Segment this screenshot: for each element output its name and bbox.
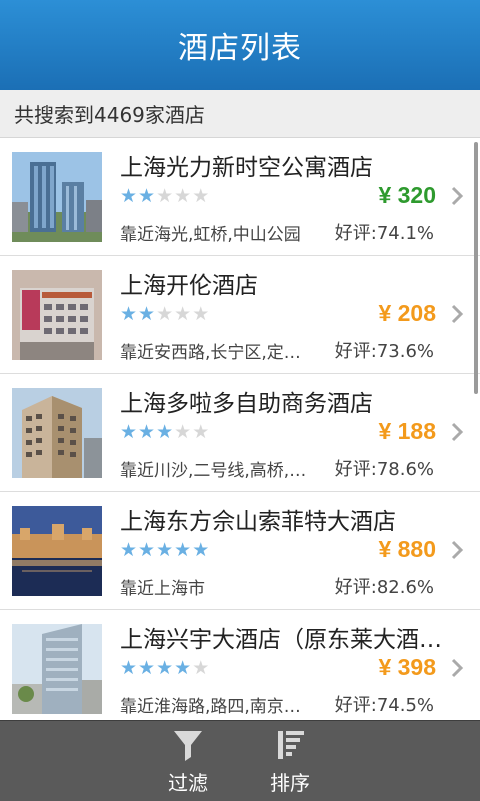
hotel-location: 靠近安西路,长宁区,定… xyxy=(120,343,301,363)
chevron-right-icon xyxy=(451,186,464,206)
star-filled-icon: ★ xyxy=(138,421,156,443)
star-filled-icon: ★ xyxy=(138,185,156,207)
star-filled-icon: ★ xyxy=(138,303,156,325)
hotel-name: 上海开伦酒店 xyxy=(120,273,258,299)
star-filled-icon: ★ xyxy=(156,421,174,443)
star-filled-icon: ★ xyxy=(192,539,210,561)
hotel-price: ¥ 320 xyxy=(378,182,436,208)
chevron-right-icon xyxy=(451,304,464,324)
filter-label: 过滤 xyxy=(168,771,208,795)
hotel-price: ¥ 880 xyxy=(378,536,436,562)
star-rating: ★ ★ ★ ★ ★ xyxy=(120,658,209,678)
star-filled-icon: ★ xyxy=(156,539,174,561)
star-filled-icon: ★ xyxy=(120,185,138,207)
list-scrollbar[interactable] xyxy=(474,142,478,394)
hotel-thumbnail xyxy=(12,506,102,596)
title-bar: 酒店列表 xyxy=(0,0,480,90)
star-rating: ★ ★ ★ ★ ★ xyxy=(120,540,209,560)
star-filled-icon: ★ xyxy=(120,421,138,443)
chevron-right-icon xyxy=(451,422,464,442)
hotel-rating: 好评:74.1% xyxy=(334,223,434,244)
star-empty-icon: ★ xyxy=(192,185,210,207)
hotel-rating: 好评:82.6% xyxy=(334,577,434,598)
hotel-price: ¥ 398 xyxy=(378,654,436,680)
hotel-list-item[interactable]: 上海兴宇大酒店（原东莱大酒… ★ ★ ★ ★ ★ ¥ 398 靠近淮海路,路四,南京… … xyxy=(0,610,480,720)
hotel-location: 靠近上海市 xyxy=(120,579,205,599)
hotel-list-item[interactable]: 上海多啦多自助商务酒店 ★ ★ ★ ★ ★ ¥ 188 靠近川沙,二号线,高桥,… 好评… xyxy=(0,374,480,492)
hotel-name: 上海多啦多自助商务酒店 xyxy=(120,391,373,417)
hotel-rating: 好评:73.6% xyxy=(334,341,434,362)
star-filled-icon: ★ xyxy=(138,539,156,561)
hotel-thumbnail xyxy=(12,624,102,714)
star-filled-icon: ★ xyxy=(120,539,138,561)
hotel-location: 靠近海光,虹桥,中山公园 xyxy=(120,225,301,245)
star-empty-icon: ★ xyxy=(156,303,174,325)
star-filled-icon: ★ xyxy=(174,657,192,679)
hotel-rating: 好评:74.5% xyxy=(334,695,434,716)
funnel-icon xyxy=(174,731,202,761)
page-title: 酒店列表 xyxy=(178,31,302,66)
filter-button[interactable]: 过滤 xyxy=(158,727,218,797)
hotel-list-item[interactable]: 上海开伦酒店 ★ ★ ★ ★ ★ ¥ 208 靠近安西路,长宁区,定… 好评:73.6% xyxy=(0,256,480,374)
chevron-right-icon xyxy=(451,658,464,678)
hotel-name: 上海光力新时空公寓酒店 xyxy=(120,155,373,181)
hotel-location: 靠近淮海路,路四,南京… xyxy=(120,697,301,717)
sort-label: 排序 xyxy=(270,771,310,795)
star-filled-icon: ★ xyxy=(174,539,192,561)
star-filled-icon: ★ xyxy=(120,303,138,325)
star-filled-icon: ★ xyxy=(120,657,138,679)
hotel-price: ¥ 208 xyxy=(378,300,436,326)
star-empty-icon: ★ xyxy=(156,185,174,207)
hotel-thumbnail xyxy=(12,388,102,478)
sort-button[interactable]: 排序 xyxy=(260,727,320,797)
hotel-location: 靠近川沙,二号线,高桥,… xyxy=(120,461,307,481)
hotel-thumbnail xyxy=(12,152,102,242)
star-filled-icon: ★ xyxy=(138,657,156,679)
star-empty-icon: ★ xyxy=(174,421,192,443)
star-rating: ★ ★ ★ ★ ★ xyxy=(120,422,209,442)
hotel-list[interactable]: 上海光力新时空公寓酒店 ★ ★ ★ ★ ★ ¥ 320 靠近海光,虹桥,中山公园 好评:… xyxy=(0,138,480,720)
bottom-toolbar: 过滤 排序 xyxy=(0,720,480,801)
hotel-thumbnail xyxy=(12,270,102,360)
star-empty-icon: ★ xyxy=(192,421,210,443)
hotel-name: 上海兴宇大酒店（原东莱大酒… xyxy=(120,627,442,653)
result-count: 共搜索到4469家酒店 xyxy=(0,90,480,138)
star-empty-icon: ★ xyxy=(174,185,192,207)
hotel-price: ¥ 188 xyxy=(378,418,436,444)
hotel-list-item[interactable]: 上海东方佘山索菲特大酒店 ★ ★ ★ ★ ★ ¥ 880 靠近上海市 好评:82.6% xyxy=(0,492,480,610)
star-filled-icon: ★ xyxy=(156,657,174,679)
star-rating: ★ ★ ★ ★ ★ xyxy=(120,304,209,324)
star-rating: ★ ★ ★ ★ ★ xyxy=(120,186,209,206)
hotel-list-item[interactable]: 上海光力新时空公寓酒店 ★ ★ ★ ★ ★ ¥ 320 靠近海光,虹桥,中山公园 好评:… xyxy=(0,138,480,256)
hotel-rating: 好评:78.6% xyxy=(334,459,434,480)
hotel-name: 上海东方佘山索菲特大酒店 xyxy=(120,509,396,535)
star-empty-icon: ★ xyxy=(174,303,192,325)
star-empty-icon: ★ xyxy=(192,303,210,325)
star-empty-icon: ★ xyxy=(192,657,210,679)
sort-icon xyxy=(278,731,304,759)
chevron-right-icon xyxy=(451,540,464,560)
